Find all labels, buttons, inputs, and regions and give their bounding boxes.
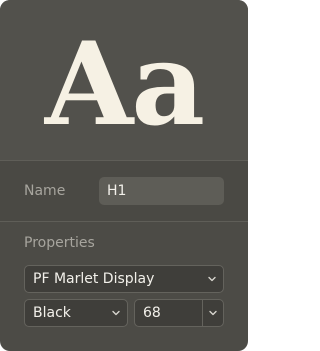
name-label: Name	[24, 183, 66, 199]
name-input[interactable]	[99, 177, 224, 205]
divider	[0, 221, 248, 222]
font-family-value: PF Marlet Display	[33, 271, 155, 287]
chevron-down-icon	[209, 310, 217, 316]
text-style-panel: Aa Name Properties PF Marlet Display Bla…	[0, 0, 248, 351]
font-preview: Aa	[0, 0, 248, 160]
chevron-down-icon	[112, 310, 120, 316]
font-size-combobox	[134, 299, 224, 327]
chevron-down-icon	[208, 276, 216, 282]
font-size-dropdown-button[interactable]	[203, 300, 223, 326]
properties-label: Properties	[24, 235, 95, 251]
font-weight-select[interactable]: Black	[24, 299, 128, 327]
font-family-select[interactable]: PF Marlet Display	[24, 265, 224, 293]
font-size-input[interactable]	[135, 300, 201, 326]
font-weight-value: Black	[33, 305, 71, 321]
preview-sample-text: Aa	[44, 17, 205, 151]
